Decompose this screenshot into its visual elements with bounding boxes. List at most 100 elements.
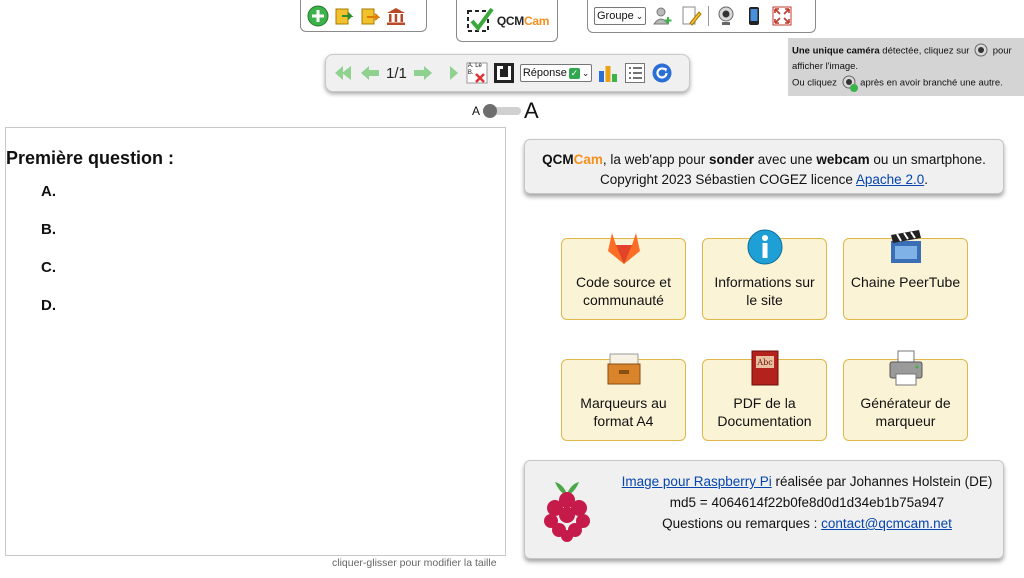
about-text-3: ou un smartphone.	[869, 152, 986, 167]
logo-cam-text: Cam	[523, 13, 550, 28]
qcmcam-logo-box: QCMCam	[456, 0, 558, 42]
camera-info-line1-end: pour	[990, 45, 1012, 57]
about-card: QCMCam, la web'app pour sonder avec une …	[524, 139, 1004, 194]
webcam-icon[interactable]	[715, 5, 737, 27]
previous-question-icon[interactable]	[359, 62, 381, 84]
tile-label-1: PDF de la	[733, 395, 796, 411]
camera-info-line2: afficher l'image.	[792, 61, 859, 72]
mini-label-top: A. Le	[467, 63, 482, 69]
answer-list-icon[interactable]: A. Le B.	[466, 62, 488, 84]
webcam-refresh-icon[interactable]	[840, 74, 858, 92]
library-icon[interactable]	[385, 5, 407, 27]
tile-pdf-documentation[interactable]: Abc PDF de la Documentation	[702, 350, 827, 441]
raspberry-image-link[interactable]: Image pour Raspberry Pi	[622, 474, 772, 489]
camera-info-line3-end: après en avoir branché une autre.	[857, 77, 1003, 89]
tile-label-1: Code source et	[576, 274, 671, 290]
about-text-2: avec une	[754, 152, 817, 167]
camera-info-box: Une unique caméra détectée, cliquez sur …	[788, 38, 1024, 96]
font-size-slider[interactable]: A A	[472, 98, 539, 124]
toolbar-divider	[708, 6, 710, 26]
first-question-icon[interactable]	[332, 62, 354, 84]
tile-label-2: Documentation	[717, 413, 812, 429]
checkbox-icon: ✓	[568, 67, 580, 79]
question-title: Première question :	[6, 148, 175, 168]
add-user-icon[interactable]	[652, 5, 674, 27]
printer-icon	[886, 348, 926, 388]
contact-email-link[interactable]: contact@qcmcam.net	[821, 516, 952, 531]
logo-qcm-text: QCM	[496, 13, 524, 28]
chevron-down-icon: ⌄	[635, 10, 644, 21]
abc-book-icon: Abc	[745, 348, 785, 388]
tile-label-2: format A4	[593, 413, 654, 429]
answer-select-value: Réponse	[522, 67, 567, 79]
about-bold-1: sonder	[709, 152, 755, 167]
about-bold-2: webcam	[816, 152, 870, 167]
bar-chart-icon[interactable]	[597, 62, 619, 84]
answer-option: D.	[41, 297, 56, 314]
smartphone-icon[interactable]	[743, 5, 765, 27]
font-size-track[interactable]	[483, 104, 522, 118]
export-icon[interactable]	[359, 5, 381, 27]
toolbar-group-camera: Groupe ⌄	[587, 0, 816, 33]
tile-marker-generator[interactable]: Générateur de marqueur	[843, 350, 968, 441]
raspberry-pi-icon	[541, 478, 593, 544]
gitlab-icon	[604, 227, 644, 267]
chevron-down-icon: ⌄	[581, 67, 590, 78]
add-icon[interactable]	[307, 5, 329, 27]
refresh-icon[interactable]	[651, 62, 673, 84]
tile-source-code[interactable]: Code source et communauté	[561, 233, 686, 320]
info-icon	[745, 227, 785, 267]
fullscreen-icon[interactable]	[771, 5, 793, 27]
drawer-icon	[604, 348, 644, 388]
last-question-icon[interactable]	[439, 62, 461, 84]
question-counter: 1/1	[386, 64, 407, 82]
font-size-small-label: A	[472, 104, 481, 118]
toolbar-file-actions	[300, 0, 427, 32]
raspberry-author: réalisée par Johannes Holstein (DE)	[771, 474, 993, 489]
tile-site-info[interactable]: Informations sur le site	[702, 229, 827, 320]
tile-label-1: Chaine PeerTube	[850, 274, 961, 290]
font-size-knob[interactable]	[483, 104, 498, 118]
camera-info-bold: Une unique caméra	[792, 45, 880, 57]
tile-label-1: Informations sur	[714, 274, 815, 290]
tile-label-2: marqueur	[875, 413, 936, 429]
question-panel[interactable]: Première question : A. B. C. D.	[5, 127, 506, 556]
license-link[interactable]: Apache 2.0	[856, 172, 924, 187]
answer-option: B.	[41, 221, 56, 238]
tile-markers-a4[interactable]: Marqueurs au format A4	[561, 353, 686, 441]
raspberry-questions: Questions ou remarques :	[662, 516, 822, 531]
mini-label-bottom: B.	[467, 70, 474, 76]
tile-label-2: communauté	[583, 292, 664, 308]
tile-label-1: Générateur de	[860, 395, 951, 411]
about-text-1: , la web'app pour	[602, 152, 709, 167]
answer-select[interactable]: Réponse ✓ ⌄	[519, 64, 593, 82]
edit-doc-icon[interactable]	[680, 5, 702, 27]
font-size-large-label: A	[524, 98, 539, 123]
answer-option: C.	[41, 259, 56, 276]
svg-text:Abc: Abc	[756, 358, 773, 367]
answer-option: A.	[41, 183, 56, 200]
list-icon[interactable]	[624, 62, 646, 84]
marker-icon[interactable]	[493, 62, 515, 84]
import-icon[interactable]	[333, 5, 355, 27]
about-copyright: Copyright 2023 Sébastien COGEZ licence	[600, 172, 856, 187]
tile-peertube[interactable]: Chaine PeerTube	[843, 230, 968, 320]
tile-label-1: Marqueurs au	[580, 395, 667, 411]
group-select[interactable]: Groupe ⌄	[594, 7, 647, 25]
logo-check-icon	[466, 7, 494, 32]
raspberry-md5: md5 = 4064614f22b0fe8d0d1d34eb1b75a947	[669, 495, 945, 510]
qcmcam-logo[interactable]: QCMCam	[465, 6, 549, 36]
next-question-icon[interactable]	[412, 62, 434, 84]
about-cam: Cam	[573, 152, 603, 167]
group-select-value: Groupe	[597, 10, 634, 22]
about-end: .	[924, 172, 928, 187]
camera-info-line3-start: Ou cliquez	[792, 77, 837, 89]
webcam-icon[interactable]	[972, 42, 990, 60]
question-navigation-bar: 1/1 A. Le B. Réponse ✓ ⌄	[325, 54, 690, 92]
about-qcm: QCM	[542, 152, 574, 167]
camera-info-line1: détectée, cliquez sur	[879, 45, 970, 57]
tile-label-2: le site	[746, 292, 783, 308]
clapperboard-icon	[886, 227, 926, 267]
raspberry-pi-card: Image pour Raspberry Pi réalisée par Joh…	[524, 460, 1004, 559]
resize-hint: cliquer-glisser pour modifier la taille	[332, 557, 497, 569]
